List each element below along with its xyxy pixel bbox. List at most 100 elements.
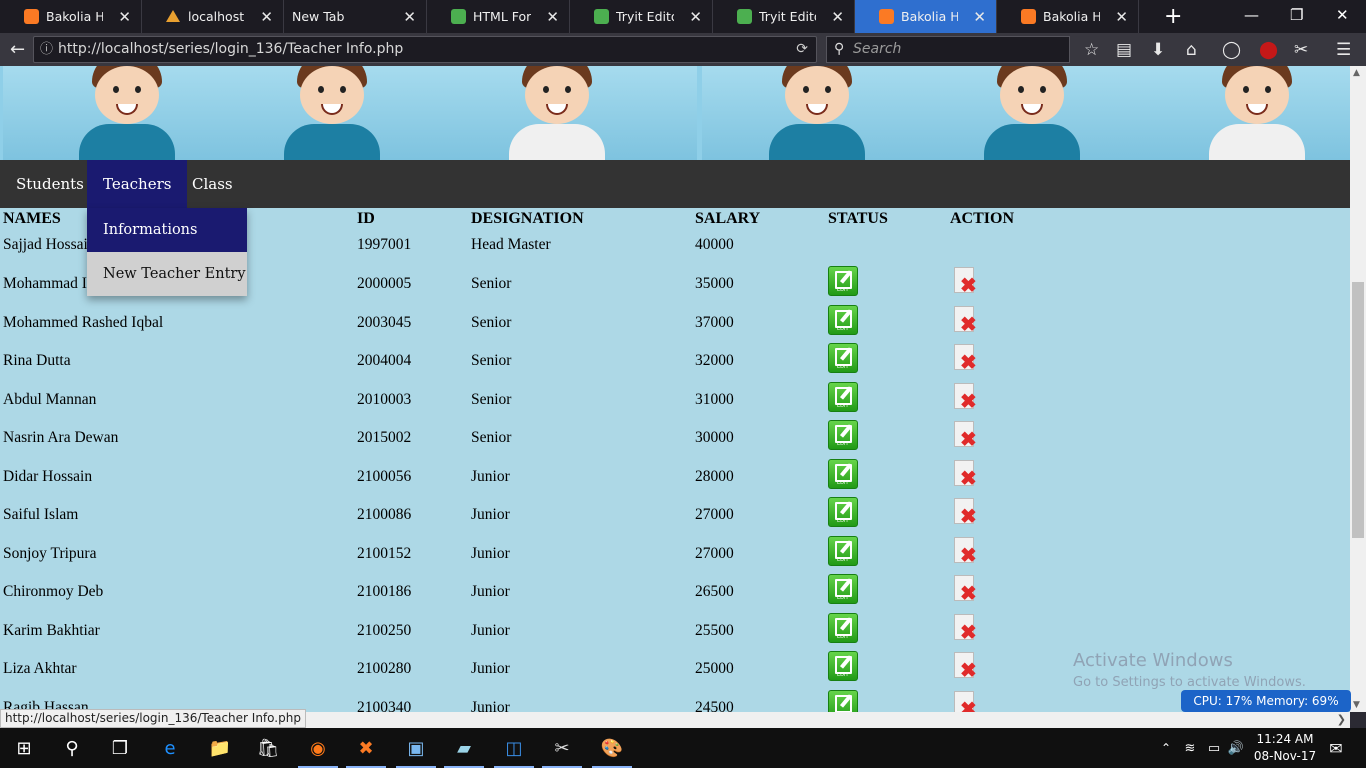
virtualbox-icon[interactable]: ▣ — [396, 734, 436, 768]
table-row: Didar Hossain 2100056 Junior 28000 ✖ — [0, 459, 1350, 497]
teachers-dropdown: Informations New Teacher Entry — [87, 208, 247, 296]
back-arrow-icon[interactable]: ← — [10, 39, 25, 60]
w3schools-icon — [451, 9, 466, 24]
taskbar-clock[interactable]: 11:24 AM 08-Nov-17 — [1250, 731, 1320, 765]
browser-tab[interactable]: localhost / 127.0 ✕ — [142, 0, 284, 33]
browser-tab[interactable]: Tryit Editor v3.5 ✕ — [713, 0, 855, 33]
close-tab-icon[interactable]: ✕ — [403, 8, 416, 26]
snipping-tool-icon[interactable]: ✂ — [542, 734, 582, 768]
url-bar[interactable]: ⓘ http://localhost/series/login_136/Teac… — [33, 36, 817, 63]
cell-designation: Senior — [471, 314, 512, 331]
notifications-icon[interactable]: ✉ — [1322, 734, 1350, 762]
w3schools-icon — [737, 9, 752, 24]
close-tab-icon[interactable]: ✕ — [973, 8, 986, 26]
delete-icon[interactable]: ✖ — [952, 267, 980, 297]
page-content: Students Teachers Class NAMES ID DESIGNA… — [0, 66, 1350, 712]
delete-icon[interactable]: ✖ — [952, 306, 980, 336]
menu-teachers[interactable]: Teachers — [87, 160, 188, 208]
home-icon[interactable]: ⌂ — [1186, 40, 1197, 60]
cell-name: Karim Bakhtiar — [3, 622, 100, 639]
delete-icon[interactable]: ✖ — [952, 344, 980, 374]
close-tab-icon[interactable]: ✕ — [831, 8, 844, 26]
cell-salary: 40000 — [695, 236, 734, 253]
new-tab-icon[interactable]: + — [1164, 4, 1182, 29]
cell-id: 2100056 — [357, 468, 412, 485]
scrollbar-thumb[interactable] — [1352, 282, 1364, 538]
delete-icon[interactable]: ✖ — [952, 460, 980, 490]
scroll-up-icon[interactable]: ▲ — [1353, 68, 1360, 78]
close-tab-icon[interactable]: ✕ — [689, 8, 702, 26]
volume-icon[interactable]: 🔊 — [1222, 734, 1250, 762]
dropdown-informations[interactable]: Informations — [87, 208, 247, 252]
cell-salary: 31000 — [695, 391, 734, 408]
edit-icon[interactable] — [828, 420, 858, 450]
browser-tab[interactable]: HTML Forms ✕ — [427, 0, 570, 33]
delete-icon[interactable]: ✖ — [952, 537, 980, 567]
delete-icon[interactable]: ✖ — [952, 691, 980, 712]
bookmark-star-icon[interactable]: ☆ — [1084, 40, 1099, 60]
search-taskbar-icon[interactable]: ⚲ — [58, 734, 86, 762]
tab-label: New Tab — [292, 9, 345, 24]
reading-list-icon[interactable]: ▤ — [1116, 40, 1132, 60]
edit-icon[interactable] — [828, 497, 858, 527]
ublock-icon[interactable]: ⬤ — [1259, 40, 1278, 60]
reload-icon[interactable]: ⟳ — [796, 37, 808, 62]
browser-tab[interactable]: Bakolia High Sc ✕ — [0, 0, 142, 33]
windows-start-icon[interactable]: ⊞ — [10, 734, 38, 762]
pocket-icon[interactable]: ◯ — [1222, 40, 1241, 60]
browser-tab[interactable]: New Tab ✕ — [284, 0, 427, 33]
edit-icon[interactable] — [828, 690, 858, 712]
info-icon[interactable]: ⓘ — [40, 37, 53, 62]
notepad-icon[interactable]: ◫ — [494, 734, 534, 768]
edit-icon[interactable] — [828, 305, 858, 335]
delete-icon[interactable]: ✖ — [952, 383, 980, 413]
search-input[interactable]: ⚲ Search — [826, 36, 1070, 63]
status-bar-url: http://localhost/series/login_136/Teache… — [0, 709, 306, 728]
table-row: Sonjoy Tripura 2100152 Junior 27000 ✖ — [0, 536, 1350, 574]
edit-icon[interactable] — [828, 382, 858, 412]
scroll-down-icon[interactable]: ▼ — [1353, 700, 1360, 710]
cell-designation: Junior — [471, 506, 510, 523]
edit-icon[interactable] — [828, 574, 858, 604]
delete-icon[interactable]: ✖ — [952, 421, 980, 451]
scroll-right-icon[interactable]: ❯ — [1337, 713, 1346, 726]
browser-tab[interactable]: Tryit Editor v3.5 ✕ — [570, 0, 713, 33]
delete-icon[interactable]: ✖ — [952, 498, 980, 528]
delete-icon[interactable]: ✖ — [952, 575, 980, 605]
edit-icon[interactable] — [828, 651, 858, 681]
cell-name: Saiful Islam — [3, 506, 79, 523]
downloads-icon[interactable]: ⬇ — [1151, 40, 1165, 60]
close-window-icon[interactable]: ✕ — [1336, 6, 1349, 24]
edit-icon[interactable] — [828, 459, 858, 489]
close-tab-icon[interactable]: ✕ — [118, 8, 131, 26]
browser-tab[interactable]: Bakolia High Sc ✕ — [855, 0, 997, 33]
browser-tab[interactable]: Bakolia High Sc ✕ — [997, 0, 1139, 33]
close-tab-icon[interactable]: ✕ — [260, 8, 273, 26]
file-explorer-icon[interactable]: 📁 — [206, 734, 234, 762]
edge-icon[interactable]: e — [156, 734, 184, 762]
menu-class[interactable]: Class — [176, 160, 249, 208]
maximize-icon[interactable]: ❐ — [1290, 6, 1303, 24]
firefox-icon[interactable]: ◉ — [298, 734, 338, 768]
cell-name: Nasrin Ara Dewan — [3, 429, 119, 446]
close-tab-icon[interactable]: ✕ — [546, 8, 559, 26]
app-icon[interactable]: ▰ — [444, 734, 484, 768]
task-view-icon[interactable]: ❐ — [106, 734, 134, 762]
vertical-scrollbar[interactable]: ▲ ▼ — [1350, 66, 1366, 712]
menu-students[interactable]: Students — [0, 160, 100, 208]
edit-icon[interactable] — [828, 266, 858, 296]
dropdown-new-teacher-entry[interactable]: New Teacher Entry — [87, 252, 247, 296]
delete-icon[interactable]: ✖ — [952, 652, 980, 682]
close-tab-icon[interactable]: ✕ — [1115, 8, 1128, 26]
cell-id: 2100340 — [357, 699, 412, 712]
xampp-taskbar-icon[interactable]: ✖ — [346, 734, 386, 768]
edit-icon[interactable] — [828, 343, 858, 373]
edit-icon[interactable] — [828, 536, 858, 566]
edit-icon[interactable] — [828, 613, 858, 643]
tools-icon[interactable]: ✂ — [1294, 40, 1308, 60]
paint-icon[interactable]: 🎨 — [592, 734, 632, 768]
menu-hamburger-icon[interactable]: ☰ — [1336, 40, 1351, 60]
store-icon[interactable]: 🛍 — [254, 734, 282, 762]
delete-icon[interactable]: ✖ — [952, 614, 980, 644]
minimize-icon[interactable]: — — [1244, 6, 1259, 24]
